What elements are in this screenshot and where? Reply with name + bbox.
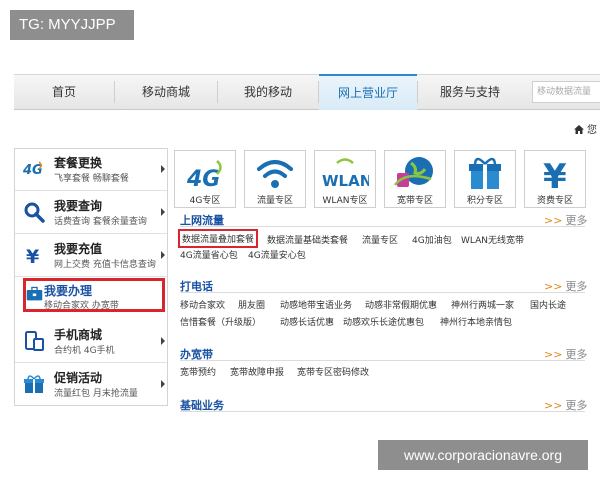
tile-tariff-zone[interactable]: ¥ 资费专区 <box>524 150 586 208</box>
chevron-right-icon <box>161 208 165 216</box>
sidebar-item-query[interactable]: 我要查询 话费查询 套餐余量查询 <box>15 192 167 234</box>
tile-wlan-zone[interactable]: WLAN WLAN专区 <box>314 150 376 208</box>
sidebar-item-package-change[interactable]: 4G 套餐更换 飞享套餐 畅聊套餐 <box>15 149 167 191</box>
section-divider <box>180 360 585 361</box>
top-nav: 首页 移动商城 我的移动 网上营业厅 服务与支持 移动数据流量 <box>14 74 600 110</box>
svg-text:WLAN: WLAN <box>322 172 369 190</box>
4g-icon: 4G <box>23 161 43 178</box>
chevron-right-icon <box>161 165 165 173</box>
section-divider <box>180 292 585 293</box>
sidebar-item-title: 促销活动 <box>54 371 103 385</box>
link-4g-safe[interactable]: 4G流量安心包 <box>248 248 306 261</box>
phone-icon <box>25 331 44 351</box>
gift-box-icon <box>469 157 501 189</box>
link-friends[interactable]: 朋友圈 <box>238 298 265 311</box>
tile-label: WLAN专区 <box>322 196 368 206</box>
sidebar-item-promotions[interactable]: 促销活动 流量红包 月末抢流量 <box>15 364 167 406</box>
yuan-sign-icon: ¥ <box>543 157 567 191</box>
svg-text:¥: ¥ <box>543 157 567 191</box>
nav-mall[interactable]: 移动商城 <box>115 75 217 109</box>
link-wlan-broadband[interactable]: WLAN无线宽带 <box>461 233 524 246</box>
breadcrumb-text: 您 <box>587 125 597 136</box>
tile-label: 4G专区 <box>189 196 221 206</box>
nav-home[interactable]: 首页 <box>14 75 114 109</box>
link-domestic-long[interactable]: 国内长途 <box>530 298 566 311</box>
yuan-icon: ¥ <box>26 246 39 266</box>
tile-label: 流量专区 <box>256 196 293 206</box>
link-data-stack-package[interactable]: 数据流量叠加套餐 <box>178 229 259 248</box>
link-mzone-business[interactable]: 动感地带宝语业务 <box>280 298 352 311</box>
sidebar-item-title: 我要办理 <box>44 284 93 298</box>
gift-icon <box>24 375 44 393</box>
sidebar-item-handle[interactable]: 我要办理 移动合家欢 办宽带 <box>23 278 165 312</box>
search-input[interactable]: 移动数据流量 <box>532 81 600 103</box>
sidebar-item-title: 套餐更换 <box>54 156 103 170</box>
briefcase-icon <box>26 286 43 301</box>
section-divider <box>180 411 585 412</box>
link-broadband-fault[interactable]: 宽带故障申报 <box>230 365 284 378</box>
tile-label: 资费专区 <box>536 196 573 206</box>
watermark-label: www.corporacionavre.org <box>378 440 588 470</box>
link-4g-worry-free[interactable]: 4G流量省心包 <box>180 248 238 261</box>
wlan-logo-icon: WLAN <box>322 158 369 190</box>
svg-text:¥: ¥ <box>26 246 39 266</box>
chevron-right-icon <box>161 337 165 345</box>
link-broadband-booking[interactable]: 宽带预约 <box>180 365 216 378</box>
link-4g-boost[interactable]: 4G加油包 <box>412 233 452 246</box>
tile-4g-zone[interactable]: 4G 4G专区 <box>174 150 236 208</box>
link-data-zone[interactable]: 流量专区 <box>362 233 398 246</box>
sidebar-item-title: 我要查询 <box>54 199 103 213</box>
link-broadband-password[interactable]: 宽带专区密码修改 <box>297 365 369 378</box>
tile-label: 积分专区 <box>466 196 503 206</box>
tile-label: 宽带专区 <box>396 196 433 206</box>
sidebar-item-sub: 合约机 4G手机 <box>54 346 115 356</box>
sidebar-item-sub: 移动合家欢 办宽带 <box>44 301 119 311</box>
breadcrumb: 您 <box>574 121 597 136</box>
sidebar-item-sub: 话费查询 套餐余量查询 <box>54 217 147 227</box>
tag-label: TG: MYYJJPP <box>10 10 134 40</box>
link-local-family[interactable]: 神州行本地亲情包 <box>440 315 512 328</box>
link-data-basic-package[interactable]: 数据流量基础类套餐 <box>267 233 348 246</box>
sidebar: 4G 套餐更换 飞享套餐 畅聊套餐 我要查询 话费查询 套餐余量查询 ¥ 我要充… <box>14 148 168 406</box>
chevron-right-icon <box>161 251 165 259</box>
link-long-call-discount[interactable]: 动感长话优惠 <box>280 315 334 328</box>
globe-icon <box>393 157 433 187</box>
nav-my-mobile[interactable]: 我的移动 <box>218 75 318 109</box>
sidebar-item-title: 我要充值 <box>54 242 103 256</box>
chevron-right-icon <box>161 380 165 388</box>
search-icon <box>24 202 45 223</box>
svg-text:4G: 4G <box>186 167 220 191</box>
tile-data-zone[interactable]: 流量专区 <box>244 150 306 208</box>
sidebar-item-sub: 网上交费 充值卡信息查询 <box>54 260 156 270</box>
link-upgrade-package[interactable]: 信惜套餐（升级版） <box>180 315 261 328</box>
nav-online-hall[interactable]: 网上营业厅 <box>319 74 417 110</box>
wifi-icon <box>257 160 293 188</box>
sidebar-item-phone-mall[interactable]: 手机商城 合约机 4G手机 <box>15 321 167 363</box>
section-divider <box>180 226 585 227</box>
link-long-call-pack[interactable]: 动感欢乐长途优惠包 <box>343 315 424 328</box>
tile-broadband-zone[interactable]: 宽带专区 <box>384 150 446 208</box>
tile-points-zone[interactable]: 积分专区 <box>454 150 516 208</box>
4g-logo-icon: 4G <box>186 160 222 191</box>
svg-text:4G: 4G <box>23 163 43 178</box>
link-mzone-holiday[interactable]: 动感非常假期优惠 <box>365 298 437 311</box>
sidebar-item-sub: 飞享套餐 畅聊套餐 <box>54 174 129 184</box>
sidebar-item-sub: 流量红包 月末抢流量 <box>54 389 138 399</box>
home-icon[interactable] <box>574 125 584 134</box>
sidebar-item-title: 手机商城 <box>54 328 103 342</box>
link-family[interactable]: 移动合家欢 <box>180 298 225 311</box>
link-two-cities[interactable]: 神州行两城一家 <box>451 298 514 311</box>
nav-service-support[interactable]: 服务与支持 <box>418 75 522 109</box>
sidebar-item-recharge[interactable]: ¥ 我要充值 网上交费 充值卡信息查询 <box>15 235 167 277</box>
